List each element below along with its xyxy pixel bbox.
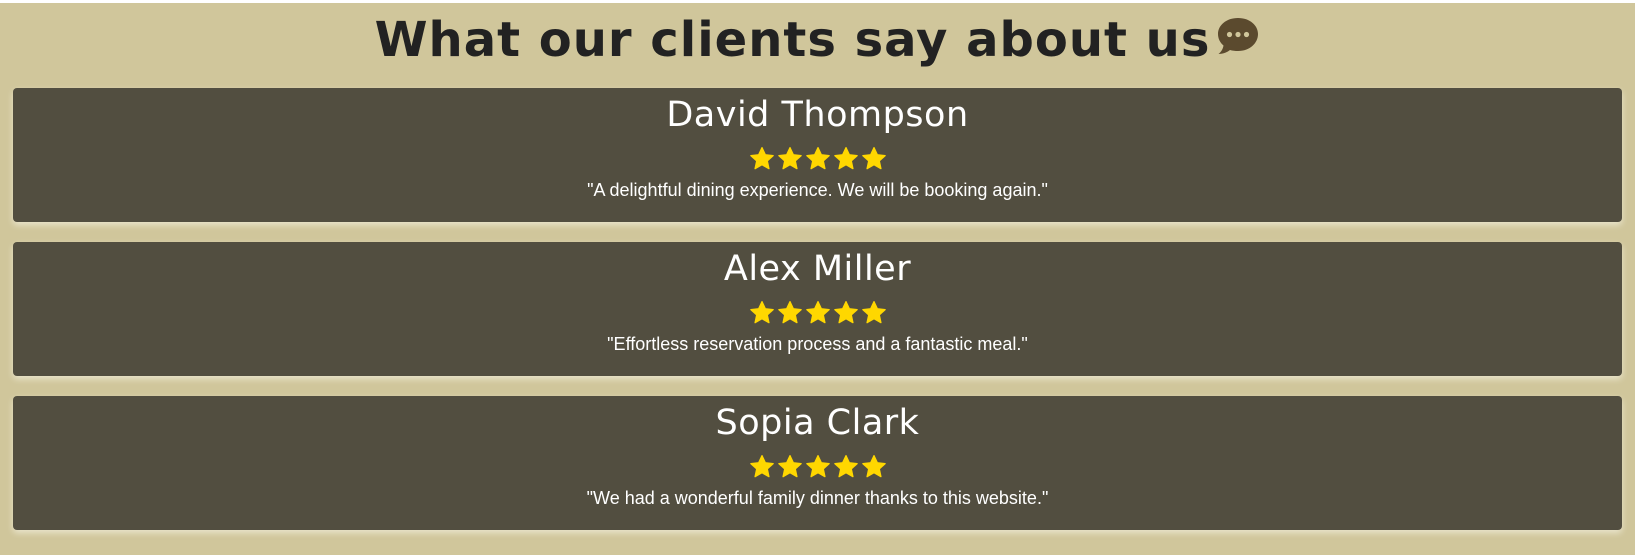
comment-dots-icon (1216, 9, 1260, 71)
star-icon (833, 300, 858, 324)
review-card: David Thompson "A delightful dining expe… (13, 88, 1622, 222)
review-quote: "Effortless reservation process and a fa… (607, 334, 1028, 354)
star-icon (805, 300, 830, 324)
review-quote: "We had a wonderful family dinner thanks… (586, 488, 1049, 508)
review-quote: "A delightful dining experience. We will… (587, 180, 1048, 200)
star-icon (777, 454, 802, 478)
star-rating (13, 146, 1622, 174)
review-card: Alex Miller "Effortless reservation proc… (13, 242, 1622, 376)
star-icon (833, 454, 858, 478)
reviewer-name: David Thompson (666, 95, 969, 135)
reviewer-name: Sopia Clark (715, 403, 920, 443)
star-icon (777, 146, 802, 170)
testimonials-section: What our clients say about us David Thom… (0, 3, 1635, 555)
star-icon (749, 454, 774, 478)
star-icon (861, 454, 886, 478)
star-icon (749, 146, 774, 170)
star-icon (749, 300, 774, 324)
star-rating (13, 454, 1622, 482)
testimonials-heading-text: What our clients say about us (374, 12, 1211, 68)
star-icon (777, 300, 802, 324)
testimonials-heading: What our clients say about us (0, 9, 1635, 71)
star-icon (861, 300, 886, 324)
star-icon (805, 454, 830, 478)
star-icon (833, 146, 858, 170)
review-card: Sopia Clark "We had a wonderful family d… (13, 396, 1622, 530)
star-icon (805, 146, 830, 170)
reviewer-name: Alex Miller (723, 249, 912, 289)
star-rating (13, 300, 1622, 328)
star-icon (861, 146, 886, 170)
